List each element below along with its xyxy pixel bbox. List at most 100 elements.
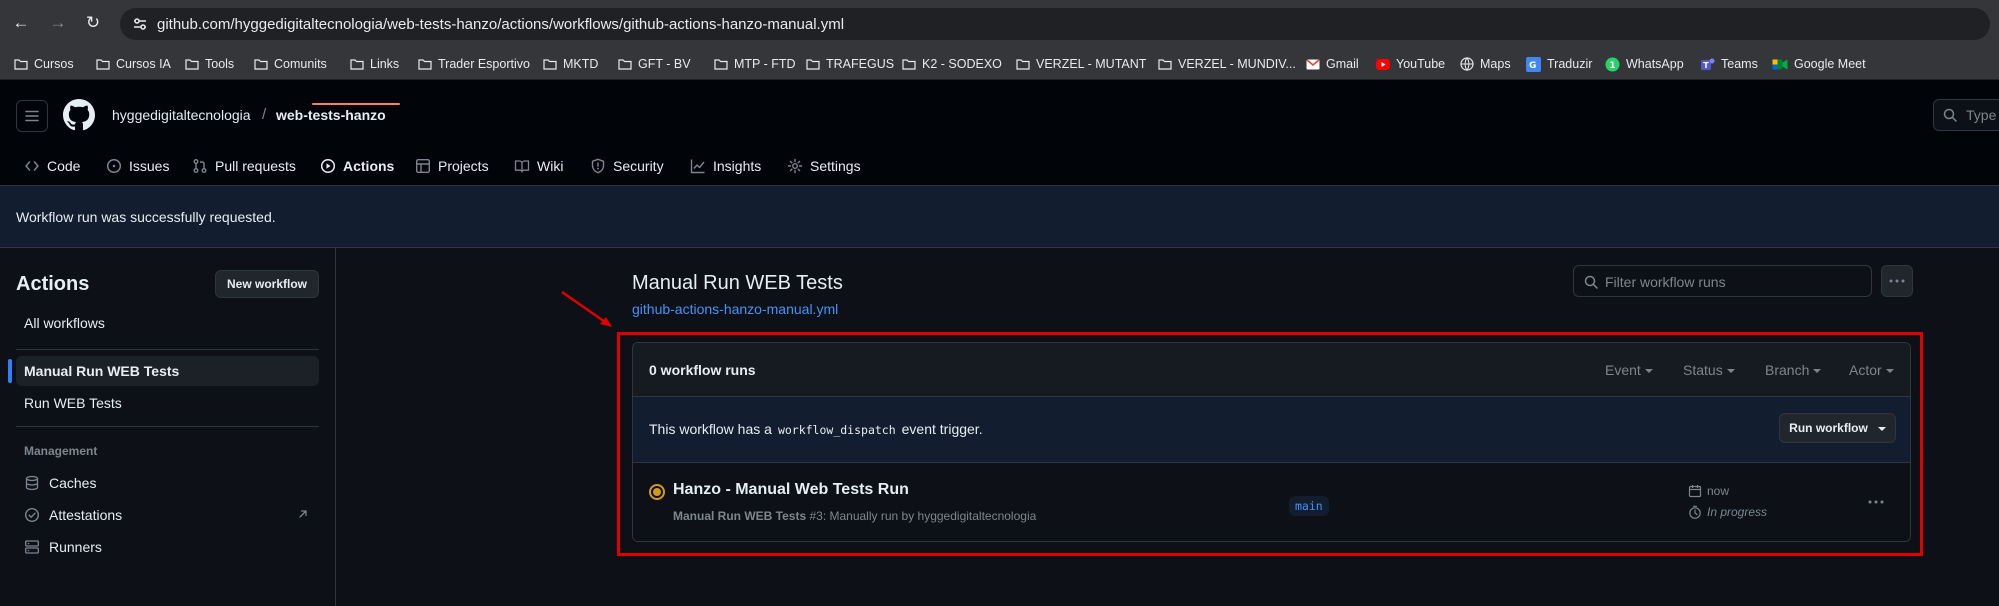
address-bar[interactable]: github.com/hyggedigitaltecnologia/web-te… — [120, 8, 1990, 40]
site-settings-icon[interactable] — [132, 16, 148, 32]
run-workflow-button[interactable]: Run workflow — [1779, 413, 1896, 443]
workflow-runs-box: 0 workflow runs Event Status Branch Acto… — [632, 342, 1911, 542]
svg-text:T: T — [1703, 61, 1709, 70]
actor-filter[interactable]: Actor — [1849, 362, 1894, 378]
folder-icon — [254, 59, 268, 70]
flash-banner: Workflow run was successfully requested. — [0, 186, 1999, 248]
bookmark-folder[interactable]: VERZEL - MUTANT — [1016, 55, 1146, 73]
chevron-down-icon — [1813, 369, 1822, 373]
bookmark-folder[interactable]: Tools — [185, 55, 234, 73]
tab-security[interactable]: Security — [588, 146, 666, 186]
folder-icon — [185, 59, 199, 70]
calendar-icon — [1688, 485, 1702, 498]
breadcrumb-separator: / — [262, 106, 267, 123]
actions-sidebar: Actions New workflow All workflows Manua… — [0, 248, 336, 606]
whatsapp-badge: 1 — [1609, 61, 1615, 71]
tab-projects[interactable]: Projects — [413, 146, 491, 186]
folder-icon — [418, 59, 432, 70]
translate-icon: G — [1526, 56, 1541, 72]
dispatch-text: This workflow has a workflow_dispatch even… — [649, 421, 983, 437]
run-menu-button[interactable] — [1868, 491, 1884, 509]
tab-settings[interactable]: Settings — [785, 146, 863, 186]
back-icon[interactable]: ← — [10, 12, 32, 34]
chevron-down-icon — [1644, 369, 1653, 373]
kebab-horizontal-icon — [1868, 500, 1884, 504]
bookmark-folder[interactable]: TRAFEGUS — [806, 55, 894, 73]
filter-workflow-runs-input[interactable]: Filter workflow runs — [1573, 265, 1872, 297]
active-tab-indicator — [312, 103, 400, 105]
bookmark-translate[interactable]: G Traduzir — [1526, 55, 1592, 73]
run-timestamp: now — [1688, 484, 1729, 498]
dispatch-notice: This workflow has a workflow_dispatch even… — [633, 397, 1910, 463]
bookmark-folder[interactable]: Trader Esportivo — [418, 55, 530, 73]
runs-count: 0 workflow runs — [649, 362, 756, 378]
repo-tabs: Code Issues Pull requests Actions Projec… — [0, 146, 1999, 186]
bookmark-folder[interactable]: MKTD — [543, 55, 598, 73]
gear-icon — [787, 158, 803, 174]
in-progress-icon — [649, 484, 665, 500]
folder-icon — [96, 59, 110, 70]
sidebar-item-manual-run-web-tests[interactable]: Manual Run WEB Tests — [8, 356, 319, 386]
tab-actions[interactable]: Actions — [318, 146, 396, 186]
sidebar-item-all-workflows[interactable]: All workflows — [16, 308, 319, 338]
filter-placeholder: Filter workflow runs — [1605, 274, 1726, 290]
bookmark-folder[interactable]: VERZEL - MUNDIV... — [1158, 55, 1296, 73]
bookmark-folder[interactable]: Links — [350, 55, 399, 73]
folder-icon — [618, 59, 632, 70]
bookmark-gmail[interactable]: Gmail — [1306, 55, 1359, 73]
repo-owner-link[interactable]: hyggedigitaltecnologia — [112, 107, 251, 123]
bookmark-folder[interactable]: MTP - FTD — [714, 55, 796, 73]
new-workflow-button[interactable]: New workflow — [215, 270, 319, 298]
youtube-icon — [1376, 58, 1390, 70]
branch-filter[interactable]: Branch — [1765, 362, 1822, 378]
status-filter[interactable]: Status — [1683, 362, 1735, 378]
chevron-down-icon — [1877, 427, 1886, 431]
bookmark-maps[interactable]: Maps — [1460, 55, 1511, 73]
folder-icon — [1016, 59, 1030, 70]
whatsapp-icon: 1 — [1605, 57, 1620, 71]
workflow-file-link[interactable]: github-actions-hanzo-manual.yml — [632, 301, 838, 317]
bookmark-teams[interactable]: T Teams — [1700, 55, 1758, 73]
bookmark-folder[interactable]: GFT - BV — [618, 55, 691, 73]
teams-icon: T — [1701, 58, 1715, 70]
bookmark-whatsapp[interactable]: 1 WhatsApp — [1605, 55, 1684, 73]
stopwatch-icon — [1689, 505, 1701, 519]
workflow-title: Manual Run WEB Tests — [632, 272, 843, 294]
database-icon — [25, 475, 39, 491]
external-link-icon — [299, 510, 307, 518]
bookmark-folder[interactable]: Cursos — [14, 55, 74, 73]
sidebar-title: Actions — [16, 273, 90, 295]
issue-icon — [106, 158, 122, 174]
sidebar-divider — [16, 426, 319, 427]
repo-name-link[interactable]: web-tests-hanzo — [276, 107, 386, 123]
workflow-menu-button[interactable] — [1881, 265, 1913, 297]
github-logo-icon[interactable] — [63, 99, 95, 131]
menu-button[interactable] — [16, 100, 48, 132]
sidebar-item-runners[interactable]: Runners — [16, 532, 319, 562]
reload-icon[interactable]: ↻ — [82, 12, 104, 34]
book-icon — [514, 160, 530, 173]
tab-wiki[interactable]: Wiki — [512, 146, 565, 186]
tab-pull-requests[interactable]: Pull requests — [190, 146, 298, 186]
globe-icon — [1460, 57, 1474, 71]
branch-badge[interactable]: main — [1289, 496, 1329, 516]
folder-icon — [350, 59, 364, 70]
bookmark-youtube[interactable]: YouTube — [1376, 55, 1445, 73]
folder-icon — [902, 59, 916, 70]
tab-insights[interactable]: Insights — [688, 146, 763, 186]
run-title-link[interactable]: Hanzo - Manual Web Tests Run — [673, 481, 909, 499]
sidebar-item-run-web-tests[interactable]: Run WEB Tests — [16, 388, 319, 418]
bookmark-folder[interactable]: Cursos IA — [96, 55, 171, 73]
tab-issues[interactable]: Issues — [104, 146, 171, 186]
sidebar-item-caches[interactable]: Caches — [16, 468, 319, 498]
workflow-run-row[interactable]: Hanzo - Manual Web Tests Run Manual Run … — [633, 463, 1910, 541]
forward-icon[interactable]: → — [47, 12, 69, 34]
bookmark-folder[interactable]: Comunits — [254, 55, 327, 73]
tab-code[interactable]: Code — [22, 146, 82, 186]
event-filter[interactable]: Event — [1605, 362, 1653, 378]
management-heading: Management — [24, 444, 98, 458]
search-input[interactable]: Type — [1933, 99, 1999, 131]
bookmark-meet[interactable]: Google Meet — [1772, 55, 1866, 73]
sidebar-item-attestations[interactable]: Attestations — [16, 500, 319, 530]
bookmark-folder[interactable]: K2 - SODEXO — [902, 55, 1002, 73]
